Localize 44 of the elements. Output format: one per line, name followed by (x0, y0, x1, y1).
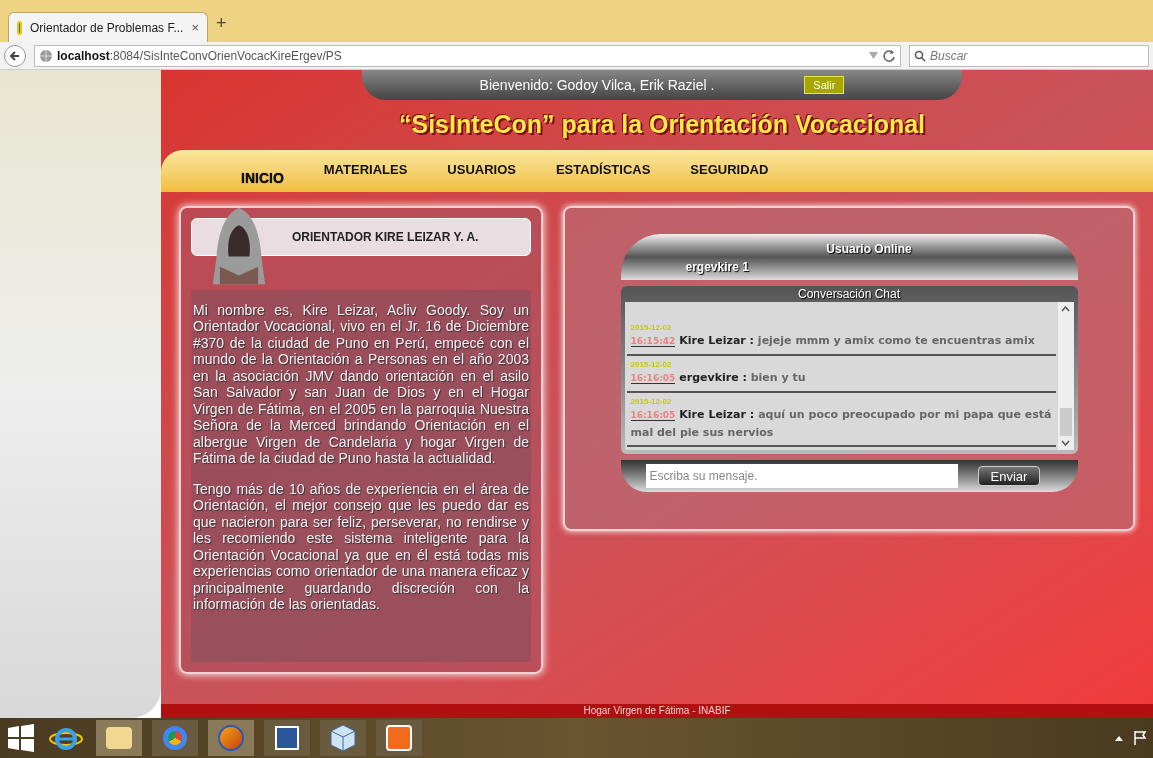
menu-tab[interactable]: ESTADÍSTICAS (555, 159, 651, 179)
reload-icon[interactable] (882, 48, 896, 63)
close-tab-button[interactable]: × (191, 17, 199, 38)
menu-tab[interactable]: INICIO (241, 167, 284, 189)
back-button[interactable] (4, 44, 26, 67)
welcome-text: Bienvenido: Godoy Vilca, Erik Raziel . (479, 75, 715, 95)
chat-title: Conversación Chat (796, 285, 902, 302)
footer-text: Hogar Virgen de Fátima - INABIF (583, 704, 731, 718)
address-text: localhost:8084/SisInteConvOrienVocacKireErgev/PS (57, 47, 342, 65)
up-chevron-icon[interactable] (1115, 735, 1123, 741)
search-placeholder: Buscar (930, 47, 968, 65)
folder-icon[interactable] (96, 720, 142, 756)
message-input[interactable]: Escriba su mensaje. (645, 463, 958, 488)
address-field[interactable]: localhost:8084/SisInteConvOrienVocacKireErgev/PS (34, 44, 901, 67)
search-icon (914, 49, 926, 62)
scroll-down-icon[interactable] (1061, 439, 1070, 446)
scroll-up-icon[interactable] (1061, 305, 1070, 312)
message-date: 2015-12-02 (630, 322, 672, 332)
send-button[interactable]: Enviar (977, 465, 1041, 486)
message-date: 2015-12-02 (630, 396, 672, 406)
back-arrow-icon (9, 49, 21, 62)
online-title: Usuario Online (826, 240, 912, 258)
chat-message: 16:15:42 Kire Leizar : jejeje mmm y amix como te encuentras amix (630, 332, 1036, 349)
chat-message: 16:16:05 ergevkire : bien y tu (630, 369, 807, 386)
search-field[interactable]: Buscar (909, 44, 1149, 67)
globe-icon (39, 48, 53, 63)
bio-paragraph: Mi nombre es, Kire Leizar, Acliv Goody. Soy un Orientador Vocacional, vivo en el Jr. 16 de Diciembre #370 de la ciudad de Puno en Perú, empecé con el mundo de la Orientación a Personas en el año 2003 en la asociación JMV dando orientación en el asilo San Salvador y san Juan de Dios y en el Hogar Virgen de Fátima, en el 2005 en la parroquia Nuestra Señora de la Merced brindando Orientación en el albergue Virgen de Candelaria y hogar Virgen de Fátima de la ciudad de Puno hasta la actualidad. (193, 301, 529, 467)
site-title: “SisInteCon” para la Orientación Vocacional (398, 109, 926, 140)
browser-tab[interactable]: Orientador de Problemas F... × (8, 12, 208, 42)
new-tab-button[interactable]: + (216, 10, 227, 37)
menu-tab[interactable]: SEGURIDAD (690, 159, 769, 179)
cube-icon[interactable] (320, 720, 366, 756)
chat-message: 16:16:05 Kire Leizar : aquí un poco preocupado por mi papa que está mal del pie sus nervios (630, 406, 1052, 441)
message-date: 2015-12-02 (630, 359, 672, 369)
bio-paragraph: Tengo más de 10 años de experiencia en el área de Orientación, el mejor consejo que les puedo dar es que nacieron para ser feliz, perseverar, no rendirse y les recomiendo este sistema inteligente para la Orientación Vocacional ya que en él está todas mis experiencias como orientador de una manera eficaz y principalmente guardando discreción con la información de las orientadas. (193, 480, 529, 613)
four-panes-icon[interactable] (6, 723, 36, 753)
rounded-square-icon[interactable] (376, 720, 422, 756)
flag-icon[interactable] (1133, 730, 1147, 746)
menu-tab[interactable]: MATERIALES (323, 159, 408, 179)
scrollbar[interactable] (1057, 301, 1074, 450)
menu-tab[interactable]: USUARIOS (447, 159, 516, 179)
profile-title: ORIENTADOR KIRE LEIZAR Y. A. (292, 228, 479, 246)
tab-title: Orientador de Problemas F... (30, 19, 184, 37)
scroll-thumb[interactable] (1059, 407, 1072, 436)
